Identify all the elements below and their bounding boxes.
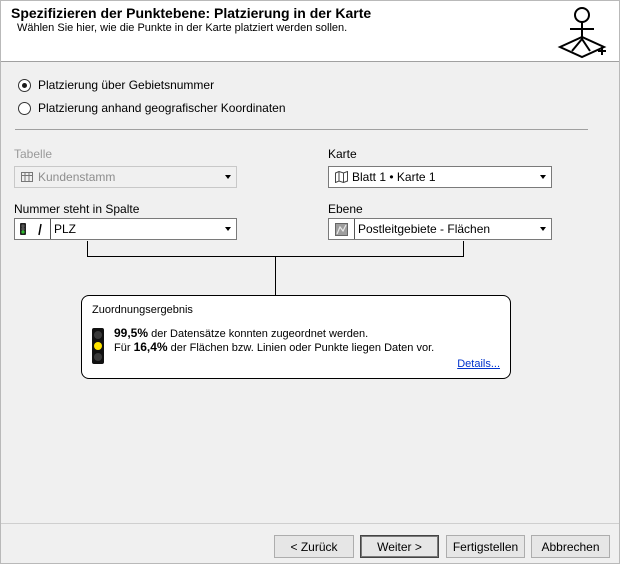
traffic-light-yellow-lamp <box>94 342 102 350</box>
column-type-icon <box>19 222 45 236</box>
radio-label-geo-coordinates: Platzierung anhand geografischer Koordin… <box>38 101 286 115</box>
map-icon <box>333 170 349 184</box>
result-line-areas: Für 16,4% der Flächen bzw. Linien oder P… <box>114 340 434 354</box>
connector-left <box>87 241 88 257</box>
chevron-down-icon <box>220 167 236 187</box>
wizard-footer: < Zurück Weiter > Fertigstellen Abbreche… <box>1 523 619 563</box>
column-combo[interactable]: PLZ <box>14 218 237 240</box>
result-areas-percent: 16,4% <box>133 340 168 354</box>
result-title: Zuordnungsergebnis <box>92 304 193 316</box>
cancel-button[interactable]: Abbrechen <box>531 535 610 558</box>
connector-center <box>275 257 276 295</box>
column-label: Nummer steht in Spalte <box>14 202 140 216</box>
page-subtitle: Wählen Sie hier, wie die Punkte in der K… <box>17 22 348 34</box>
chevron-down-icon[interactable] <box>535 167 551 187</box>
separator-line <box>15 129 588 130</box>
radio-geo-coordinates[interactable]: Platzierung anhand geografischer Koordin… <box>18 101 286 115</box>
table-combo-value: Kundenstamm <box>38 170 116 184</box>
column-combo-value: PLZ <box>54 222 77 236</box>
traffic-light-red-lamp <box>94 331 102 339</box>
next-button[interactable]: Weiter > <box>360 535 439 558</box>
combo-divider <box>50 219 51 239</box>
radio-button-unchecked[interactable] <box>18 101 31 115</box>
wizard-header: Spezifizieren der Punktebene: Platzierun… <box>1 1 619 62</box>
layer-label: Ebene <box>328 202 363 216</box>
layer-combo[interactable]: Postleitgebiete - Flächen <box>328 218 552 240</box>
result-areas-text: der Flächen bzw. Linien oder Punkte lieg… <box>167 342 435 354</box>
table-icon <box>19 170 35 184</box>
layer-combo-value: Postleitgebiete - Flächen <box>358 222 491 236</box>
result-areas-prefix: Für <box>114 342 134 354</box>
chevron-down-icon[interactable] <box>220 219 236 239</box>
combo-divider <box>354 219 355 239</box>
traffic-light-icon <box>92 328 104 364</box>
point-layer-wizard-icon <box>557 7 607 59</box>
map-combo[interactable]: Blatt 1 • Karte 1 <box>328 166 552 188</box>
layer-icon <box>333 222 349 236</box>
traffic-light-green-lamp <box>94 353 102 361</box>
connector-right <box>463 241 464 257</box>
back-button[interactable]: < Zurück <box>274 535 354 558</box>
assignment-result-panel: Zuordnungsergebnis 99,5% der Datensätze … <box>81 295 511 379</box>
map-combo-value: Blatt 1 • Karte 1 <box>352 170 436 184</box>
result-line-records: 99,5% der Datensätze konnten zugeordnet … <box>114 326 368 340</box>
result-records-text: der Datensätze konnten zugeordnet werden… <box>148 328 369 340</box>
chevron-down-icon[interactable] <box>535 219 551 239</box>
wizard-window: Spezifizieren der Punktebene: Platzierun… <box>0 0 620 564</box>
page-title: Spezifizieren der Punktebene: Platzierun… <box>11 5 372 21</box>
result-records-percent: 99,5% <box>114 326 149 340</box>
finish-button[interactable]: Fertigstellen <box>446 535 525 558</box>
radio-area-number[interactable]: Platzierung über Gebietsnummer <box>18 78 214 92</box>
map-label: Karte <box>328 147 357 161</box>
radio-label-area-number: Platzierung über Gebietsnummer <box>38 78 215 92</box>
details-link[interactable]: Details... <box>457 358 500 370</box>
table-label: Tabelle <box>14 147 53 161</box>
radio-button-checked[interactable] <box>18 78 31 92</box>
table-combo: Kundenstamm <box>14 166 237 188</box>
